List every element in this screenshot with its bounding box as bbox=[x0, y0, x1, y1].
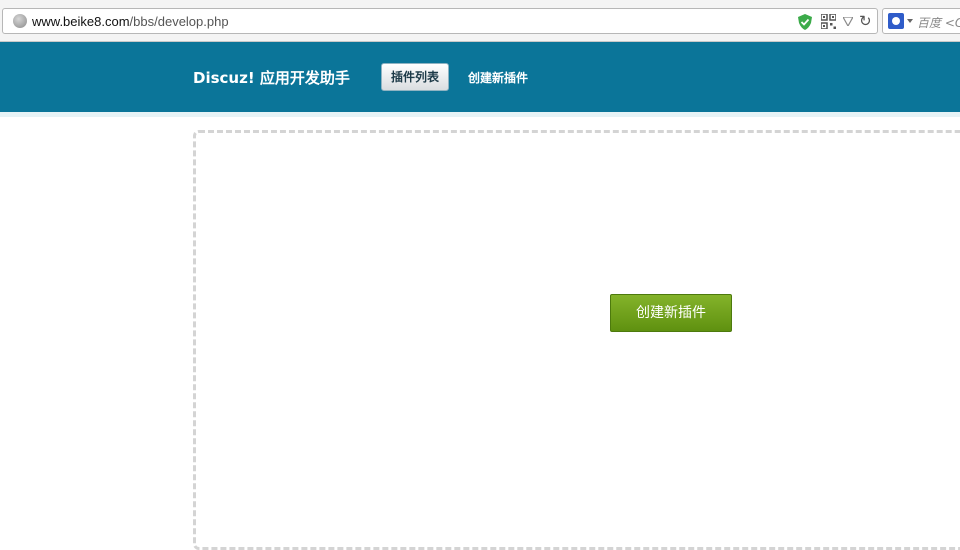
search-input[interactable]: 百度 <C bbox=[882, 8, 960, 34]
shield-icon[interactable] bbox=[798, 14, 812, 30]
browser-toolbar: www.beike8.com/bbs/develop.php ↻ 百度 <C bbox=[0, 0, 960, 42]
qr-code-icon[interactable] bbox=[821, 14, 836, 29]
app-header: Discuz! 应用开发助手 插件列表 创建新插件 bbox=[0, 42, 960, 112]
app-title: Discuz! 应用开发助手 bbox=[193, 69, 350, 87]
address-bar[interactable]: www.beike8.com/bbs/develop.php ↻ bbox=[2, 8, 878, 34]
search-engine-dropdown-icon[interactable] bbox=[907, 19, 913, 23]
tab-plugin-list[interactable]: 插件列表 bbox=[381, 63, 450, 91]
baidu-icon[interactable] bbox=[888, 13, 904, 29]
header-divider bbox=[0, 112, 960, 117]
url-host: www.beike8.com bbox=[32, 14, 130, 29]
plugin-list-area bbox=[193, 130, 960, 550]
tab-create-plugin[interactable]: 创建新插件 bbox=[468, 69, 528, 86]
url-path: /bbs/develop.php bbox=[129, 14, 229, 29]
dropdown-arrow-icon[interactable] bbox=[843, 17, 853, 26]
create-plugin-button[interactable]: 创建新插件 bbox=[610, 294, 732, 332]
globe-icon bbox=[13, 14, 27, 28]
reload-icon[interactable]: ↻ bbox=[859, 11, 872, 31]
url-text[interactable]: www.beike8.com/bbs/develop.php bbox=[32, 14, 229, 29]
search-placeholder: 百度 <C bbox=[917, 16, 960, 30]
